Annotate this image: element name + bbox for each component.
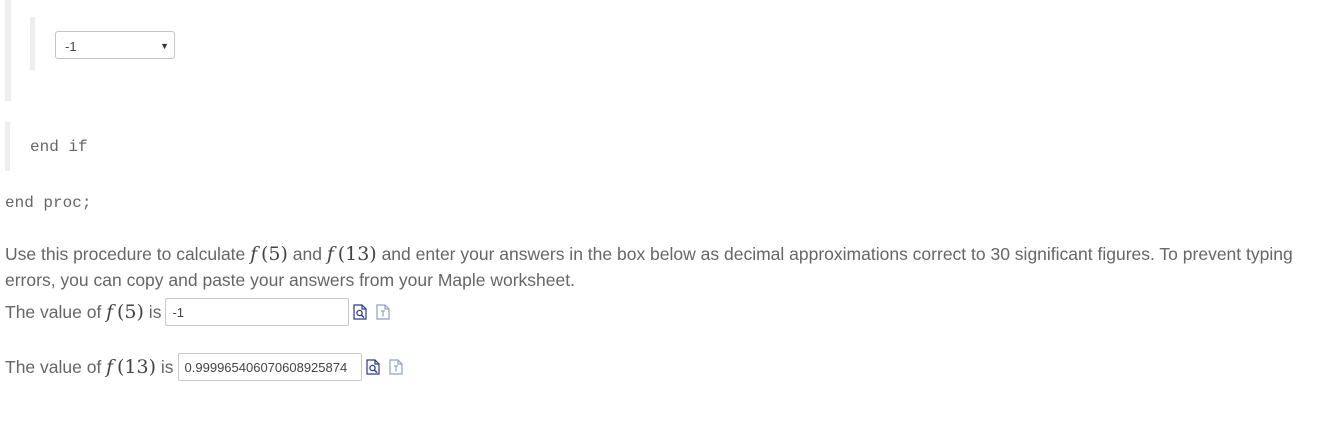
answer-select-value: -1	[65, 39, 77, 54]
preview-math-icon[interactable]	[353, 304, 368, 320]
math-argument: (13)	[337, 243, 377, 265]
answer-label-suffix: is	[156, 356, 174, 377]
code-end-proc: end proc;	[5, 194, 92, 212]
math-argument: (13)	[117, 356, 157, 378]
math-function-name: f	[106, 356, 114, 378]
instructions-and: and	[287, 244, 327, 264]
blockquote-bar-endif	[5, 122, 10, 171]
blockquote-bar-inner	[30, 17, 35, 70]
math-argument: (5)	[260, 243, 288, 265]
math-f-5-label: f (5)	[106, 301, 144, 323]
math-f-5: f (5)	[250, 243, 288, 265]
answer-row-f13: The value of f (13) is 0.999965406070608…	[5, 352, 403, 382]
instructions-text-1: Use this procedure to calculate	[5, 244, 251, 264]
math-argument: (5)	[117, 301, 144, 323]
preview-math-icon[interactable]	[365, 359, 380, 375]
code-end-if: end if	[30, 138, 88, 156]
answer-label-suffix: is	[143, 301, 162, 322]
math-function-name: f	[250, 243, 258, 265]
answer-row-f5: The value of f (5) is -1	[5, 297, 391, 327]
math-function-name: f	[106, 301, 114, 323]
math-function-name: f	[326, 243, 334, 265]
answer-input-f13[interactable]: 0.999965406070608925874	[177, 353, 362, 381]
chevron-down-icon: ▼	[160, 41, 169, 51]
answer-select[interactable]: -1 ▼	[55, 31, 175, 59]
syntax-help-icon[interactable]	[376, 304, 391, 320]
instructions-paragraph: Use this procedure to calculate f (5) an…	[5, 241, 1341, 293]
blockquote-bar-outer	[5, 0, 11, 101]
answer-input-f5[interactable]: -1	[165, 298, 350, 326]
answer-label-prefix: The value of	[5, 356, 107, 377]
syntax-help-icon[interactable]	[388, 359, 403, 375]
math-f-13: f (13)	[327, 243, 377, 265]
math-f-13-label: f (13)	[106, 356, 156, 378]
answer-label-prefix: The value of	[5, 301, 107, 322]
